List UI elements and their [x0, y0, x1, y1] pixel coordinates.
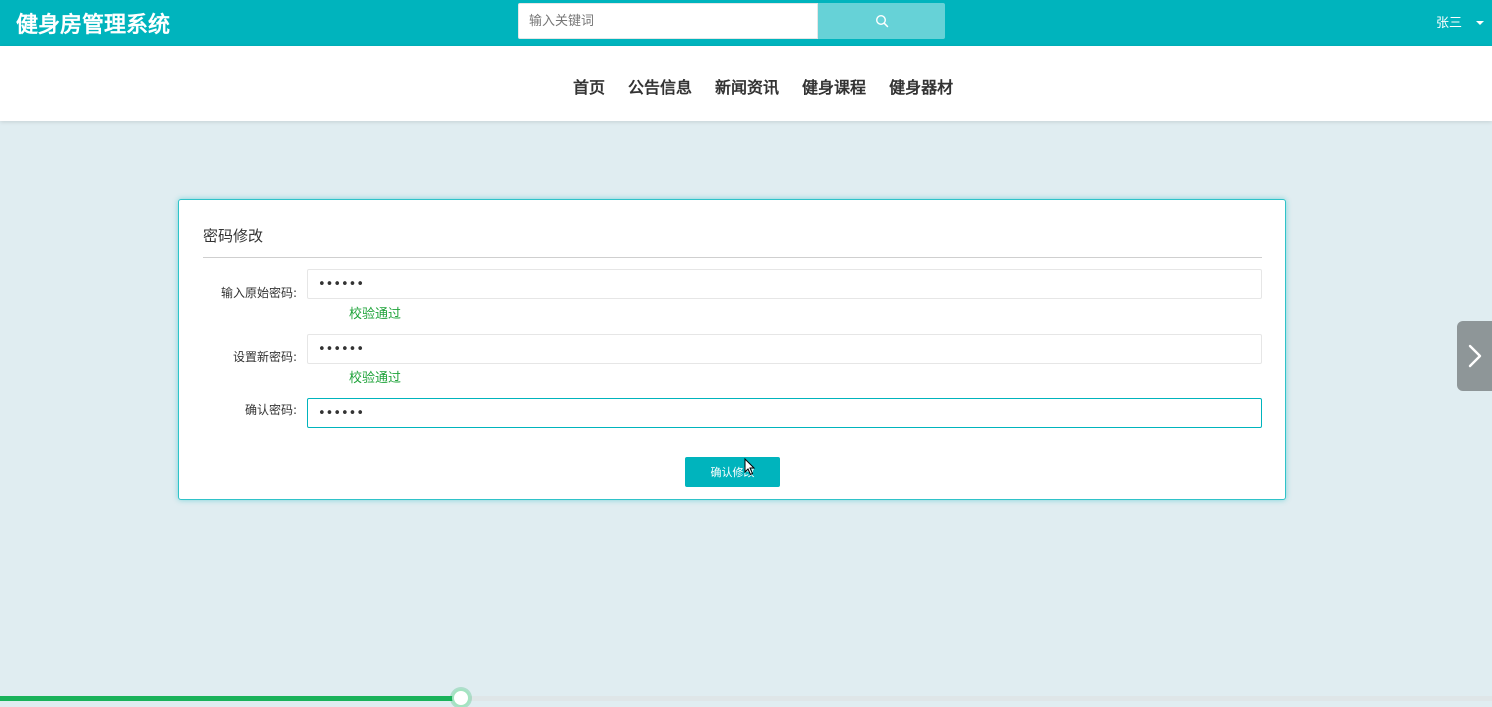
caret-down-icon [1476, 20, 1485, 25]
old-password-label: 输入原始密码: [220, 286, 297, 300]
next-page-button[interactable] [1457, 321, 1492, 391]
app-title: 健身房管理系统 [16, 13, 171, 38]
nav-item-news[interactable]: 新闻资讯 [715, 74, 779, 98]
divider [203, 257, 1262, 258]
new-password-validation: 校验通过 [349, 371, 402, 386]
confirm-password-field[interactable] [307, 398, 1262, 428]
nav-item-courses[interactable]: 健身课程 [802, 74, 866, 98]
search-button[interactable] [818, 3, 945, 39]
progress-handle[interactable] [452, 689, 471, 707]
search-icon [875, 14, 888, 28]
nav-item-equipment[interactable]: 健身器材 [889, 74, 953, 98]
mouse-cursor-icon [744, 458, 756, 476]
user-menu[interactable]: 张三 [1436, 12, 1485, 31]
confirm-change-button[interactable]: 确认修改 [685, 457, 780, 487]
nav-item-home[interactable]: 首页 [573, 74, 605, 98]
password-change-card: 密码修改 输入原始密码: 校验通过 设置新密码: 校验通过 确认密码: 确认修改 [178, 199, 1286, 500]
top-header: 健身房管理系统 张三 [0, 0, 1492, 46]
confirm-password-label: 确认密码: [244, 403, 297, 417]
progress-fill [0, 696, 462, 701]
new-password-field[interactable] [307, 334, 1262, 364]
user-name: 张三 [1436, 16, 1463, 31]
nav-item-announcements[interactable]: 公告信息 [628, 74, 692, 98]
form-title: 密码修改 [203, 227, 264, 245]
old-password-field[interactable] [307, 269, 1262, 299]
main-nav: 首页 公告信息 新闻资讯 健身课程 健身器材 [0, 46, 1492, 121]
new-password-label: 设置新密码: [232, 350, 297, 364]
chevron-right-icon [1468, 344, 1481, 368]
search-input[interactable] [518, 3, 818, 39]
old-password-validation: 校验通过 [349, 307, 402, 322]
progress-slider[interactable] [0, 689, 1492, 707]
